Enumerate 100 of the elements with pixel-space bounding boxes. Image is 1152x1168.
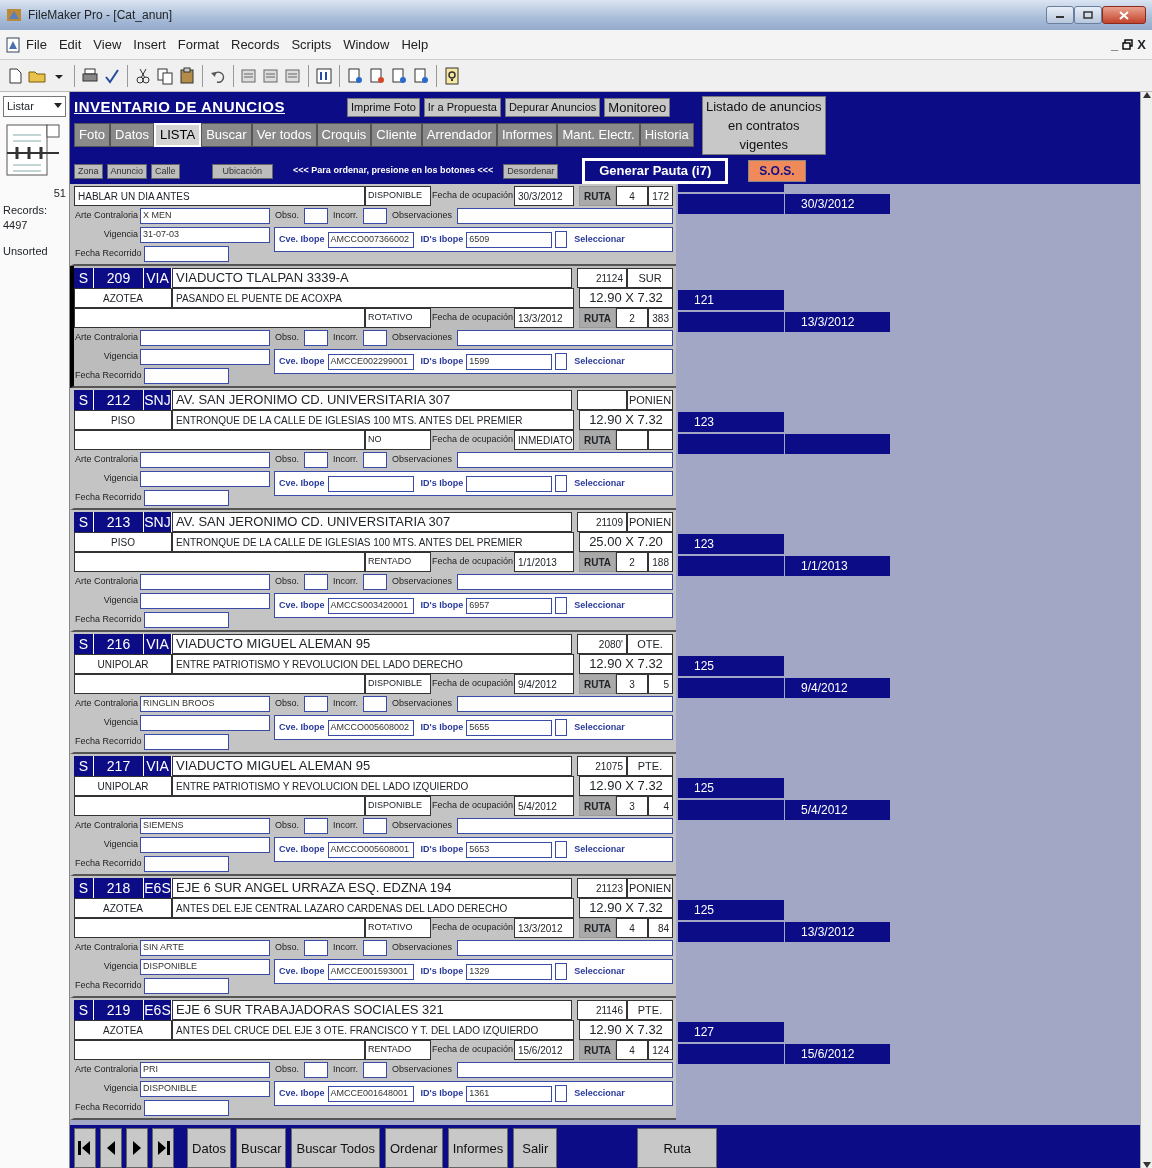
text-field[interactable] xyxy=(363,696,388,712)
text-field[interactable] xyxy=(466,475,553,492)
close-button[interactable]: X xyxy=(1137,34,1146,55)
select-label[interactable]: Seleccionar xyxy=(574,232,625,247)
sort-button[interactable]: Ubicación xyxy=(211,163,274,179)
copy-icon[interactable] xyxy=(156,66,174,85)
script-icon[interactable] xyxy=(412,66,430,85)
menu-item[interactable]: File xyxy=(20,34,53,55)
text-field[interactable] xyxy=(140,452,270,468)
menu-item[interactable]: Edit xyxy=(52,34,88,55)
text-field[interactable] xyxy=(143,1100,229,1116)
footer-button[interactable]: Datos xyxy=(187,1128,231,1168)
text-field[interactable]: DISPONIBLE xyxy=(140,959,270,975)
help-icon[interactable] xyxy=(443,66,461,85)
menu-item[interactable]: View xyxy=(87,34,128,55)
text-field[interactable] xyxy=(457,574,673,590)
nav-button[interactable] xyxy=(100,1128,122,1168)
unsort-button[interactable]: Desordenar xyxy=(503,163,559,179)
text-field[interactable]: DISPONIBLE xyxy=(140,1081,270,1097)
text-field[interactable] xyxy=(304,940,328,956)
text-field[interactable] xyxy=(140,715,270,731)
text-field[interactable] xyxy=(140,837,270,853)
text-field[interactable] xyxy=(143,734,229,750)
text-field[interactable] xyxy=(457,452,673,468)
text-field[interactable] xyxy=(140,593,270,609)
text-field[interactable] xyxy=(327,475,414,492)
footer-button[interactable]: Ordenar xyxy=(385,1128,443,1168)
tab[interactable]: LISTA xyxy=(154,122,202,147)
checkbox[interactable] xyxy=(555,719,568,736)
text-field[interactable] xyxy=(457,208,673,224)
text-field[interactable] xyxy=(304,208,328,224)
menu-item[interactable]: Help xyxy=(395,34,435,55)
nav-button[interactable] xyxy=(126,1128,148,1168)
printer-icon[interactable] xyxy=(81,66,99,85)
select-label[interactable]: Seleccionar xyxy=(574,720,625,735)
restore-icon[interactable] xyxy=(1122,39,1134,50)
menu-item[interactable]: Insert xyxy=(127,34,172,55)
text-field[interactable] xyxy=(304,574,328,590)
text-field[interactable] xyxy=(457,696,673,712)
select-label[interactable]: Seleccionar xyxy=(574,598,625,613)
text-field[interactable] xyxy=(457,330,673,346)
text-field[interactable]: AMCCO005608002 xyxy=(327,719,414,736)
select-label[interactable]: Seleccionar xyxy=(574,964,625,979)
text-field[interactable]: AMCCE001593001 xyxy=(327,963,414,980)
script-icon[interactable] xyxy=(390,66,408,85)
text-field[interactable]: 1361 xyxy=(466,1085,553,1102)
text-field[interactable] xyxy=(457,1062,673,1078)
text-field[interactable] xyxy=(304,330,328,346)
text-field[interactable]: 6957 xyxy=(466,597,553,614)
text-field[interactable]: AMCCO007366002 xyxy=(327,231,414,248)
scroll-down-icon[interactable] xyxy=(1142,1162,1151,1168)
text-field[interactable]: X MEN xyxy=(140,208,270,224)
script-icon[interactable] xyxy=(368,66,386,85)
text-field[interactable] xyxy=(304,818,328,834)
script-icon[interactable] xyxy=(346,66,364,85)
checkbox[interactable] xyxy=(555,963,568,980)
text-field[interactable] xyxy=(304,452,328,468)
text-field[interactable]: 6509 xyxy=(466,231,553,248)
text-field[interactable] xyxy=(143,490,229,506)
new-file-icon[interactable] xyxy=(6,66,24,85)
footer-button[interactable]: Buscar Todos xyxy=(291,1128,380,1168)
menu-item[interactable]: Format xyxy=(171,34,225,55)
footer-button[interactable]: Salir xyxy=(513,1128,558,1168)
text-field[interactable] xyxy=(363,208,388,224)
text-field[interactable]: AMCCO005608001 xyxy=(327,841,414,858)
text-field[interactable] xyxy=(304,696,328,712)
checkbox[interactable] xyxy=(555,475,568,492)
nav-button[interactable] xyxy=(152,1128,174,1168)
text-field[interactable] xyxy=(143,978,229,994)
text-field[interactable] xyxy=(457,818,673,834)
select-label[interactable]: Seleccionar xyxy=(574,476,625,491)
text-field[interactable]: 31-07-03 xyxy=(140,227,270,243)
text-field[interactable]: 5655 xyxy=(466,719,553,736)
checkbox[interactable] xyxy=(555,1085,568,1102)
text-field[interactable]: AMCCS003420001 xyxy=(327,597,414,614)
menu-item[interactable]: Window xyxy=(337,34,396,55)
header-button[interactable]: Ir a Propuesta xyxy=(423,97,501,117)
text-field[interactable] xyxy=(143,368,229,384)
scissors-icon[interactable] xyxy=(134,66,152,85)
footer-button[interactable]: Informes xyxy=(447,1128,509,1168)
header-button[interactable]: Monitoreo xyxy=(604,97,671,117)
close-button[interactable] xyxy=(1102,6,1146,24)
select-label[interactable]: Seleccionar xyxy=(574,842,625,857)
maximize-button[interactable] xyxy=(1074,6,1102,24)
nav-button[interactable] xyxy=(74,1128,96,1168)
text-field[interactable] xyxy=(363,330,388,346)
text-field[interactable] xyxy=(140,330,270,346)
layout-dropdown[interactable]: Listar xyxy=(3,96,66,117)
sort-button[interactable]: Anuncio xyxy=(106,163,148,179)
clipboard-icon[interactable] xyxy=(178,66,196,85)
checkbox[interactable] xyxy=(555,841,568,858)
header-button[interactable]: Depurar Anuncios xyxy=(504,97,601,117)
menu-item[interactable]: Records xyxy=(225,34,286,55)
text-field[interactable]: AMCCE002299001 xyxy=(327,353,414,370)
text-field[interactable]: 1599 xyxy=(466,353,553,370)
text-field[interactable] xyxy=(143,856,229,872)
text-field[interactable]: 5653 xyxy=(466,841,553,858)
text-field[interactable] xyxy=(363,574,388,590)
checkbox[interactable] xyxy=(555,597,568,614)
minimize-button[interactable]: _ xyxy=(1111,34,1119,55)
